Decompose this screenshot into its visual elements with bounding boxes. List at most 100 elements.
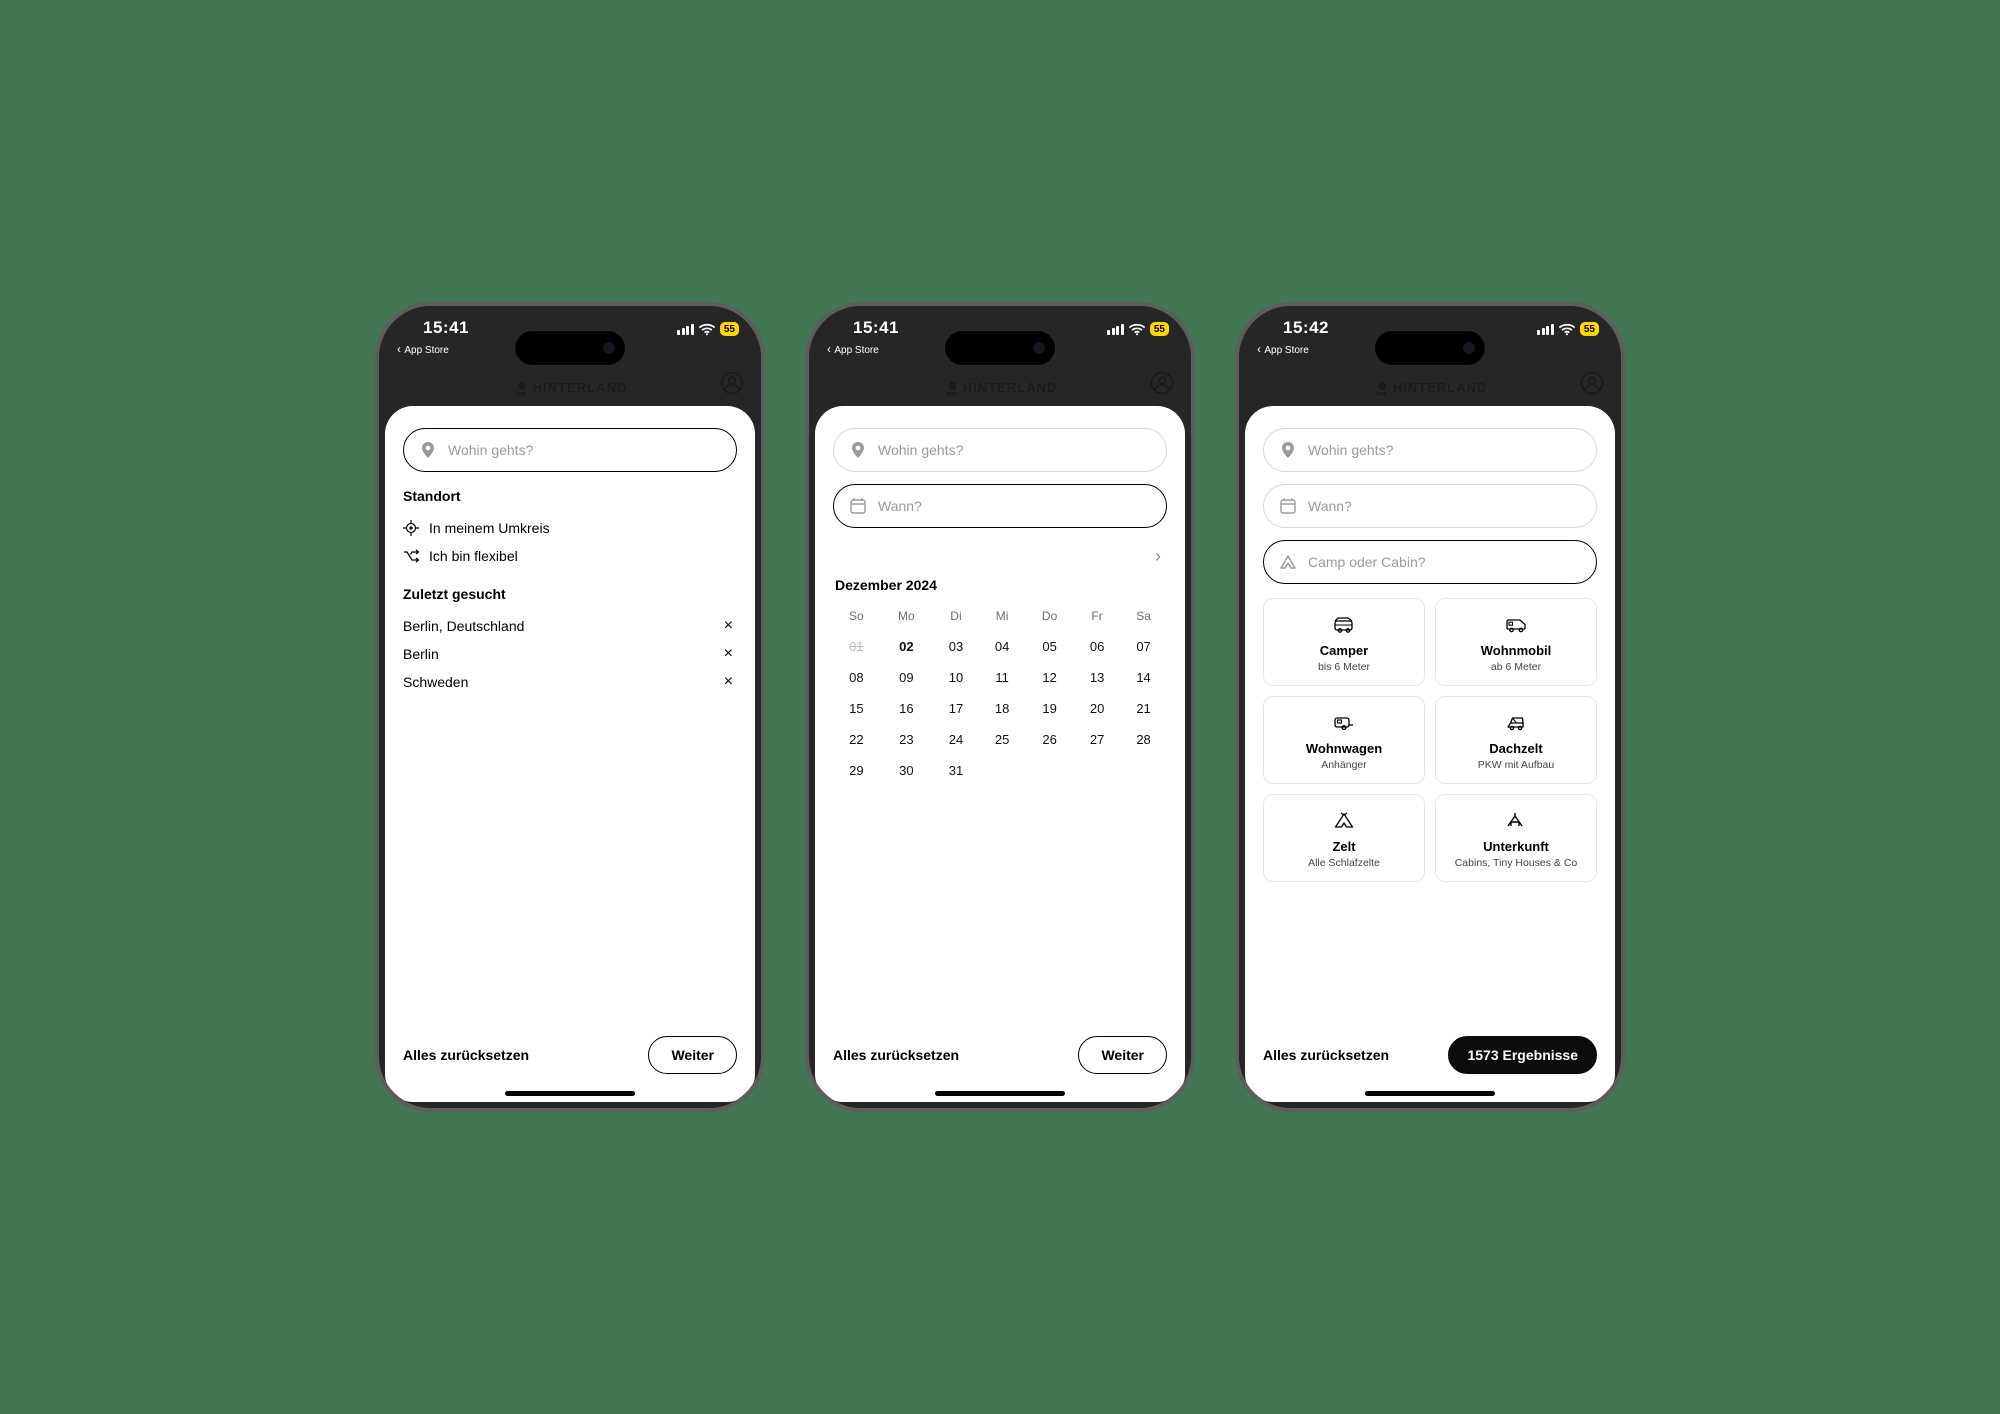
back-to-appstore[interactable]: App Store — [397, 342, 449, 356]
remove-recent[interactable]: × — [720, 617, 737, 635]
remove-recent[interactable]: × — [720, 645, 737, 663]
dynamic-island — [514, 330, 626, 366]
type-card[interactable]: ZeltAlle Schlafzelte — [1263, 794, 1425, 882]
date-input[interactable]: Wann? — [833, 484, 1167, 528]
battery-indicator: 55 — [720, 322, 739, 336]
remove-recent[interactable]: × — [720, 673, 737, 691]
calendar-next[interactable]: › — [833, 540, 1167, 567]
flexible-option[interactable]: Ich bin flexibel — [403, 542, 737, 570]
calendar-day[interactable]: 04 — [979, 631, 1025, 662]
calendar-day[interactable]: 10 — [933, 662, 979, 693]
pin-icon — [420, 442, 436, 458]
calendar-day — [1025, 755, 1074, 786]
back-to-appstore[interactable]: App Store — [827, 342, 879, 356]
recent-heading: Zuletzt gesucht — [403, 586, 737, 602]
weekday-label: Mo — [880, 601, 933, 631]
search-sheet: Wohin gehts? Wann? › Dezember 2024 SoMoD… — [815, 406, 1185, 1102]
type-title: Unterkunft — [1444, 839, 1588, 854]
calendar-day[interactable]: 23 — [880, 724, 933, 755]
calendar-day[interactable]: 16 — [880, 693, 933, 724]
calendar-day[interactable]: 28 — [1120, 724, 1167, 755]
type-subtitle: Alle Schlafzelte — [1272, 857, 1416, 869]
clock: 15:41 — [423, 318, 469, 338]
next-button[interactable]: Weiter — [1078, 1036, 1167, 1074]
search-sheet: Wohin gehts? Wann? Camp oder Cabin? Camp… — [1245, 406, 1615, 1102]
next-button[interactable]: Weiter — [648, 1036, 737, 1074]
campfire-icon — [943, 379, 959, 396]
calendar-day — [1074, 755, 1120, 786]
phone-type: 15:42 App Store 55 HINTERLAND Wohin geht… — [1235, 302, 1625, 1112]
recent-item[interactable]: Schweden × — [403, 668, 737, 696]
back-to-appstore[interactable]: App Store — [1257, 342, 1309, 356]
calendar-day[interactable]: 26 — [1025, 724, 1074, 755]
calendar-day[interactable]: 18 — [979, 693, 1025, 724]
calendar-day[interactable]: 29 — [833, 755, 880, 786]
calendar-day[interactable]: 19 — [1025, 693, 1074, 724]
type-title: Wohnwagen — [1272, 741, 1416, 756]
weekday-label: Do — [1025, 601, 1074, 631]
calendar-day[interactable]: 05 — [1025, 631, 1074, 662]
calendar-day[interactable]: 14 — [1120, 662, 1167, 693]
type-card[interactable]: Wohnwagen Anhänger — [1263, 696, 1425, 784]
calendar-day[interactable]: 12 — [1025, 662, 1074, 693]
search-sheet: Wohin gehts? Standort In meinem Umkreis … — [385, 406, 755, 1102]
weekday-label: Sa — [1120, 601, 1167, 631]
calendar-day[interactable]: 22 — [833, 724, 880, 755]
calendar-day[interactable]: 02 — [880, 631, 933, 662]
date-input[interactable]: Wann? — [1263, 484, 1597, 528]
results-button[interactable]: 1573 Ergebnisse — [1448, 1036, 1597, 1074]
calendar-icon — [1280, 498, 1296, 514]
calendar-day[interactable]: 01 — [833, 631, 880, 662]
calendar-day[interactable]: 06 — [1074, 631, 1120, 662]
destination-input[interactable]: Wohin gehts? — [1263, 428, 1597, 472]
reset-button[interactable]: Alles zurücksetzen — [403, 1047, 529, 1063]
near-me-option[interactable]: In meinem Umkreis — [403, 514, 737, 542]
camper-icon — [1272, 613, 1416, 635]
calendar-day[interactable]: 25 — [979, 724, 1025, 755]
recent-item[interactable]: Berlin, Deutschland × — [403, 612, 737, 640]
dynamic-island — [1374, 330, 1486, 366]
home-indicator[interactable] — [1365, 1091, 1495, 1096]
home-indicator[interactable] — [935, 1091, 1065, 1096]
phone-dates: 15:41 App Store 55 HINTERLAND Wohin geht… — [805, 302, 1195, 1112]
type-subtitle: Cabins, Tiny Houses & Co — [1444, 857, 1588, 869]
type-cards: Camperbis 6 MeterWohnmobilab 6 MeterWohn… — [1263, 598, 1597, 882]
wifi-icon — [1129, 323, 1145, 335]
calendar-day[interactable]: 27 — [1074, 724, 1120, 755]
calendar-day[interactable]: 17 — [933, 693, 979, 724]
calendar-day[interactable]: 11 — [979, 662, 1025, 693]
clock: 15:41 — [853, 318, 899, 338]
destination-input[interactable]: Wohin gehts? — [833, 428, 1167, 472]
calendar-day[interactable]: 20 — [1074, 693, 1120, 724]
type-card[interactable]: Camperbis 6 Meter — [1263, 598, 1425, 686]
calendar-day[interactable]: 31 — [933, 755, 979, 786]
battery-indicator: 55 — [1580, 322, 1599, 336]
type-card[interactable]: DachzeltPKW mit Aufbau — [1435, 696, 1597, 784]
recent-item[interactable]: Berlin × — [403, 640, 737, 668]
calendar-day[interactable]: 15 — [833, 693, 880, 724]
battery-indicator: 55 — [1150, 322, 1169, 336]
shuffle-icon — [403, 548, 419, 564]
reset-button[interactable]: Alles zurücksetzen — [833, 1047, 959, 1063]
caravan-icon — [1272, 711, 1416, 733]
calendar[interactable]: SoMoDiMiDoFrSa01020304050607080910111213… — [833, 601, 1167, 786]
type-subtitle: bis 6 Meter — [1272, 661, 1416, 673]
calendar-day[interactable]: 13 — [1074, 662, 1120, 693]
type-subtitle: Anhänger — [1272, 759, 1416, 771]
tent-icon — [1272, 809, 1416, 831]
calendar-day[interactable]: 09 — [880, 662, 933, 693]
calendar-day[interactable]: 30 — [880, 755, 933, 786]
phone-location: 15:41 App Store 55 HINTERLAND Wohin geht… — [375, 302, 765, 1112]
home-indicator[interactable] — [505, 1091, 635, 1096]
calendar-day[interactable]: 08 — [833, 662, 880, 693]
type-input[interactable]: Camp oder Cabin? — [1263, 540, 1597, 584]
type-card[interactable]: Unterkunft Cabins, Tiny Houses & Co — [1435, 794, 1597, 882]
calendar-day[interactable]: 07 — [1120, 631, 1167, 662]
type-card[interactable]: Wohnmobilab 6 Meter — [1435, 598, 1597, 686]
dynamic-island — [944, 330, 1056, 366]
calendar-day[interactable]: 21 — [1120, 693, 1167, 724]
destination-input[interactable]: Wohin gehts? — [403, 428, 737, 472]
calendar-day[interactable]: 24 — [933, 724, 979, 755]
reset-button[interactable]: Alles zurücksetzen — [1263, 1047, 1389, 1063]
calendar-day[interactable]: 03 — [933, 631, 979, 662]
